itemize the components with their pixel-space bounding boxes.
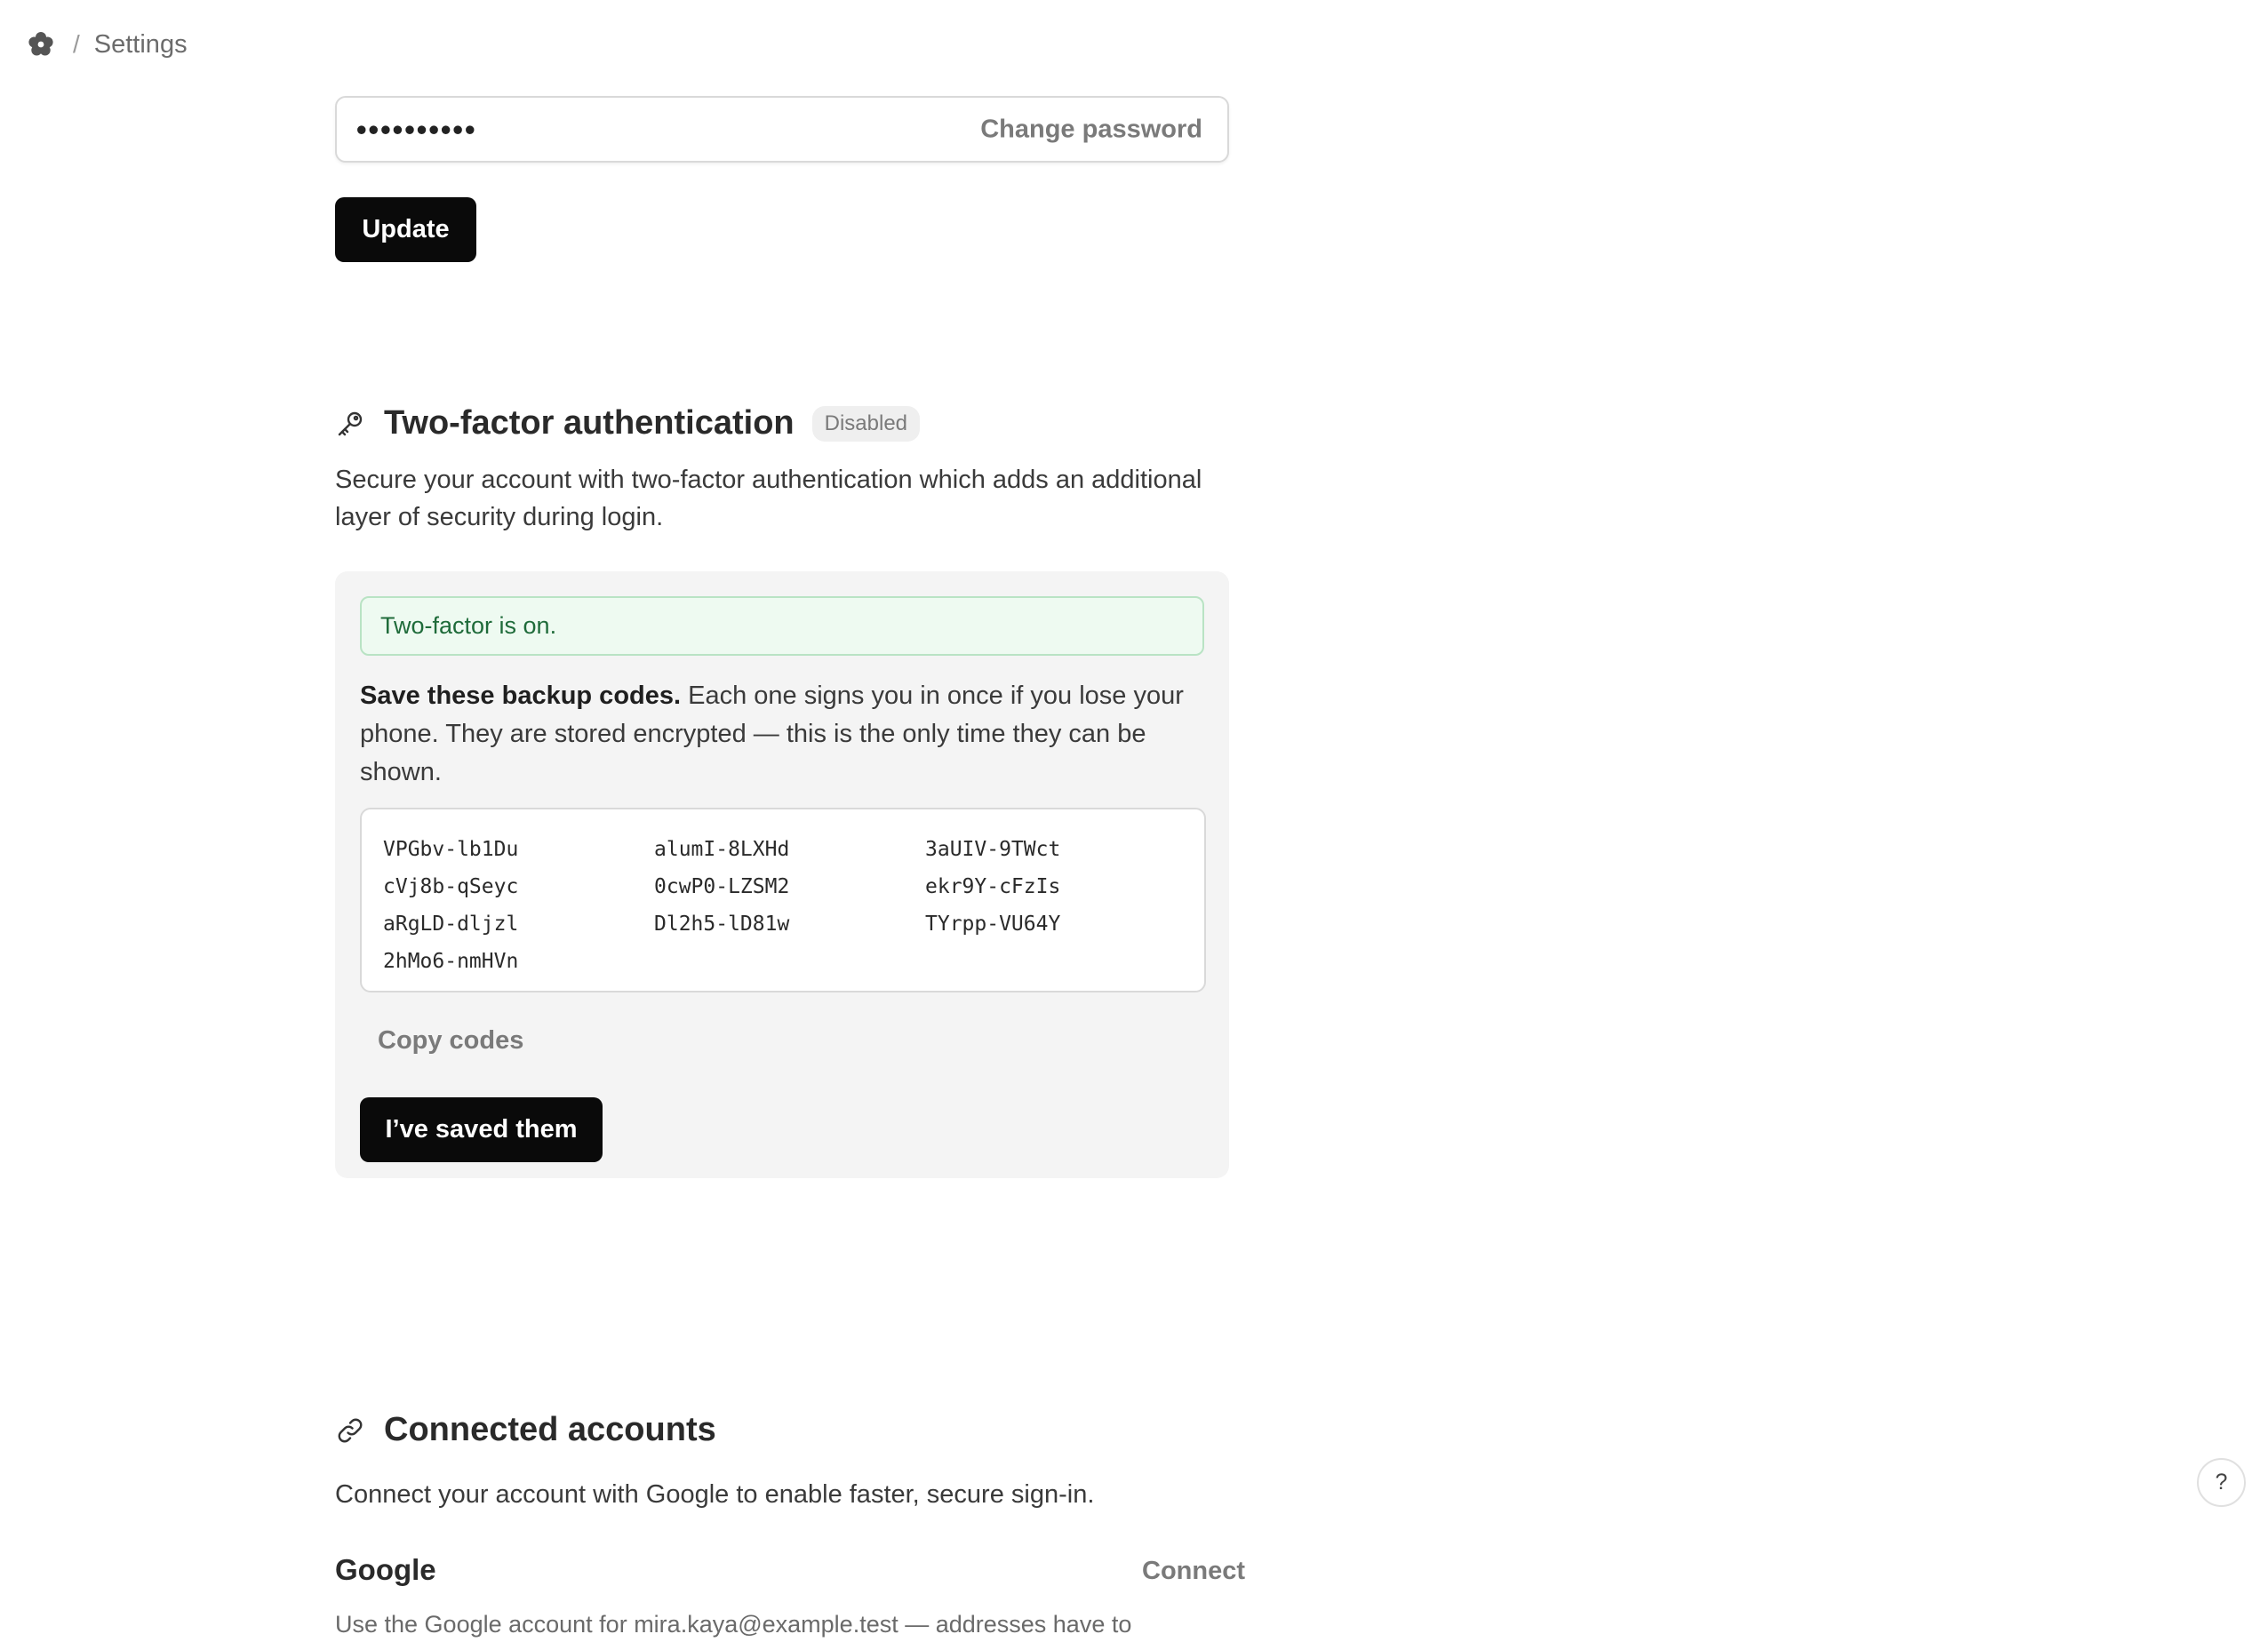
- saved-codes-button[interactable]: I’ve saved them: [360, 1097, 603, 1162]
- backup-code: 3aUIV-9TWct: [925, 838, 1061, 861]
- breadcrumb: / Settings: [26, 27, 188, 62]
- flower-logo-icon[interactable]: [26, 30, 55, 60]
- backup-codes-instructions: Save these backup codes. Each one signs …: [360, 677, 1204, 792]
- two-factor-description: Secure your account with two-factor auth…: [335, 466, 1202, 531]
- backup-code: 2hMo6-nmHVn: [383, 950, 519, 973]
- connected-accounts-title: Connected accounts: [384, 1411, 716, 1448]
- backup-code: alumI-8LXHd: [654, 838, 790, 861]
- backup-code: TYrpp-VU64Y: [925, 913, 1061, 936]
- connected-accounts-header: Connected accounts: [335, 1411, 716, 1449]
- backup-codes-list: VPGbv-lb1Du alumI-8LXHd 3aUIV-9TWct cVj8…: [360, 808, 1206, 992]
- backup-codes-heading: Save these backup codes.: [360, 682, 682, 710]
- backup-code: aRgLD-dljzl: [383, 913, 519, 936]
- two-factor-panel: Two-factor is on. Save these backup code…: [335, 571, 1229, 1178]
- backup-code: ekr9Y-cFzIs: [925, 875, 1061, 898]
- backup-code: 0cwP0-LZSM2: [654, 875, 790, 898]
- backup-code: VPGbv-lb1Du: [383, 838, 519, 861]
- google-title: Google: [335, 1553, 436, 1586]
- connected-accounts-description: Connect your account with Google to enab…: [335, 1480, 1095, 1509]
- two-factor-success-alert: Two-factor is on.: [360, 596, 1204, 656]
- two-factor-header: Two-factor authentication Disabled: [335, 404, 921, 442]
- google-account-note: Use the Google account for mira.kaya@exa…: [335, 1611, 1132, 1638]
- status-badge: Disabled: [811, 405, 921, 442]
- two-factor-title: Two-factor authentication: [384, 404, 795, 442]
- password-masked-value: ••••••••••: [356, 112, 477, 146]
- link-icon: [335, 1415, 364, 1445]
- help-button[interactable]: ?: [2197, 1458, 2246, 1507]
- google-connect-button[interactable]: Connect: [1142, 1557, 1245, 1586]
- backup-code: cVj8b-qSeyc: [383, 875, 519, 898]
- key-icon: [335, 409, 364, 438]
- google-account-row: Google Connect: [335, 1553, 1245, 1592]
- breadcrumb-settings[interactable]: Settings: [94, 30, 188, 60]
- breadcrumb-separator: /: [73, 30, 80, 58]
- settings-content: •••••••••• Change password Update Two-fa…: [335, 96, 1245, 1638]
- backup-code: Dl2h5-lD81w: [654, 913, 790, 936]
- password-field[interactable]: •••••••••• Change password: [335, 96, 1229, 163]
- copy-codes-button[interactable]: Copy codes: [378, 1026, 523, 1056]
- change-password-link[interactable]: Change password: [980, 115, 1202, 144]
- update-button[interactable]: Update: [335, 197, 476, 262]
